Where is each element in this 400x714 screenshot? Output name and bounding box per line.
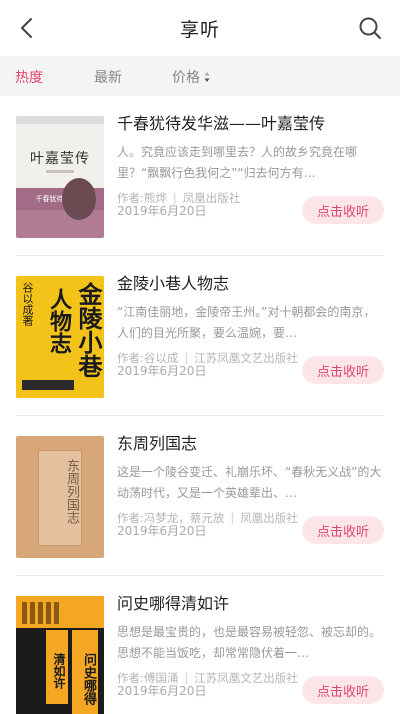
book-info: 金陵小巷人物志 “江南佳丽地，金陵帝王州。”对十朝都会的南京，人们的目光所聚，要…	[117, 272, 382, 367]
cover-rule	[46, 170, 74, 173]
listen-button[interactable]: 点击收听	[302, 516, 384, 544]
cover-title: 叶嘉莹传	[30, 151, 90, 167]
book-description: 这是一个陵谷变迁、礼崩乐坏、“春秋无义战”的大动荡时代，又是一个英雄辈出、…	[117, 465, 382, 500]
sort-icon	[204, 72, 210, 82]
book-list-item[interactable]: 金陵小巷 人物志 谷以成著 金陵小巷人物志 “江南佳丽地，金陵帝王州。”对十朝都…	[0, 256, 400, 416]
cover-title-secondary: 清如许	[46, 630, 68, 704]
book-publisher: 凤凰出版社	[240, 511, 298, 525]
cover-portrait	[62, 178, 96, 220]
book-list-item[interactable]: 叶嘉莹传 千春犹待发华滋 千春犹待发华滋——叶嘉莹传 人。究竟应该走到哪里去？人…	[0, 96, 400, 256]
cover-strip	[16, 116, 104, 124]
book-date: 2019年6月20日	[117, 524, 207, 538]
cover-strip	[22, 380, 74, 390]
search-button[interactable]	[354, 12, 386, 44]
book-date: 2019年6月20日	[117, 204, 207, 218]
search-icon	[359, 17, 381, 39]
cover-bottom	[16, 210, 104, 238]
book-info: 问史哪得清如许 思想是最宝贵的，也是最容易被轻忽、被忘却的。思想不能当饭吃，却常…	[117, 592, 382, 687]
book-cover[interactable]: 清如许 问史哪得	[16, 596, 104, 714]
book-title[interactable]: 千春犹待发华滋——叶嘉莹传	[117, 112, 382, 136]
cover-panel: 东周列国志	[38, 450, 82, 546]
book-publisher: 江苏凤凰文艺出版社	[194, 671, 298, 685]
book-publisher: 江苏凤凰文艺出版社	[194, 351, 298, 365]
cover-spines	[22, 602, 59, 624]
cover-title-primary: 金陵小巷	[74, 282, 103, 378]
tab-price[interactable]: 价格	[172, 67, 210, 87]
book-info: 东周列国志 这是一个陵谷变迁、礼崩乐坏、“春秋无义战”的大动荡时代，又是一个英雄…	[117, 432, 382, 527]
book-date: 2019年6月20日	[117, 364, 207, 378]
cover-title-primary: 问史哪得	[72, 630, 98, 714]
book-description: 思想是最宝贵的，也是最容易被轻忽、被忘却的。思想不能当饭吃，却常常隐伏着一…	[117, 625, 382, 660]
cover-title-secondary: 人物志	[46, 288, 72, 354]
tab-hot[interactable]: 热度	[15, 67, 43, 87]
tab-price-label: 价格	[172, 70, 200, 86]
book-cover[interactable]: 叶嘉莹传 千春犹待发华滋	[16, 116, 104, 238]
chevron-left-icon	[21, 18, 32, 38]
book-title[interactable]: 金陵小巷人物志	[117, 272, 382, 296]
cover-author: 谷以成著	[21, 282, 34, 326]
book-title[interactable]: 东周列国志	[117, 432, 382, 456]
cover-title: 东周列国志	[64, 459, 79, 524]
sort-tab-bar: 热度 最新 价格	[0, 56, 400, 96]
book-cover[interactable]: 金陵小巷 人物志 谷以成著	[16, 276, 104, 398]
book-date: 2019年6月20日	[117, 684, 207, 698]
book-title[interactable]: 问史哪得清如许	[117, 592, 382, 616]
book-list-item[interactable]: 东周列国志 东周列国志 这是一个陵谷变迁、礼崩乐坏、“春秋无义战”的大动荡时代，…	[0, 416, 400, 576]
book-cover[interactable]: 东周列国志	[16, 436, 104, 558]
book-description: 人。究竟应该走到哪里去？人的故乡究竟在哪里？“飘飘行色我何之”“归去何方有…	[117, 145, 358, 180]
listen-button[interactable]: 点击收听	[302, 356, 384, 384]
book-description: “江南佳丽地，金陵帝王州。”对十朝都会的南京，人们的目光所聚，要么温婉，要…	[117, 305, 376, 340]
tab-newest[interactable]: 最新	[94, 67, 122, 87]
page-title: 享听	[179, 18, 220, 41]
book-list-item[interactable]: 清如许 问史哪得 问史哪得清如许 思想是最宝贵的，也是最容易被轻忽、被忘却的。思…	[0, 576, 400, 714]
top-nav-bar: 享听	[0, 0, 400, 56]
book-info: 千春犹待发华滋——叶嘉莹传 人。究竟应该走到哪里去？人的故乡究竟在哪里？“飘飘行…	[117, 112, 382, 207]
listen-button[interactable]: 点击收听	[302, 676, 384, 704]
listen-button[interactable]: 点击收听	[302, 196, 384, 224]
back-button[interactable]	[8, 10, 44, 46]
